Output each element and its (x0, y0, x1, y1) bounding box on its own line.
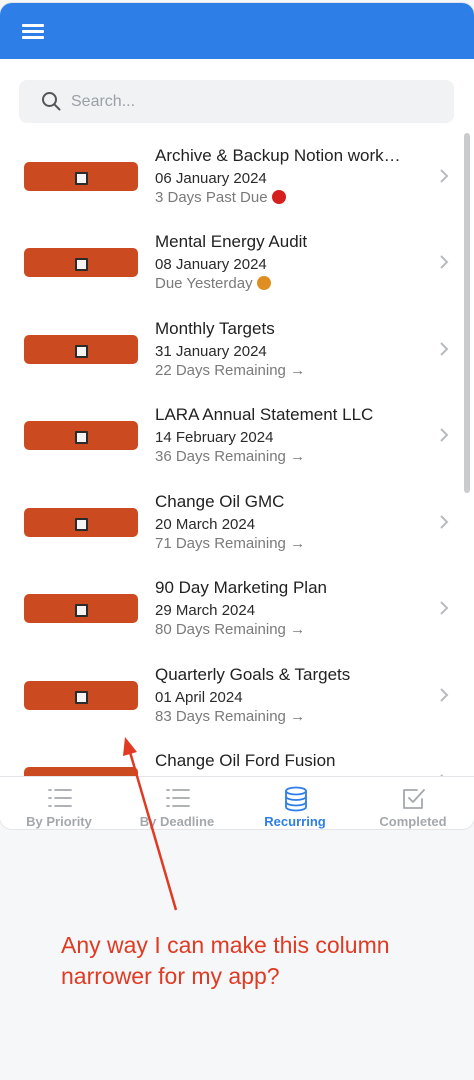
annotation-arrow (123, 737, 178, 911)
annotation-text: Any way I can make this column narrower … (61, 932, 390, 989)
